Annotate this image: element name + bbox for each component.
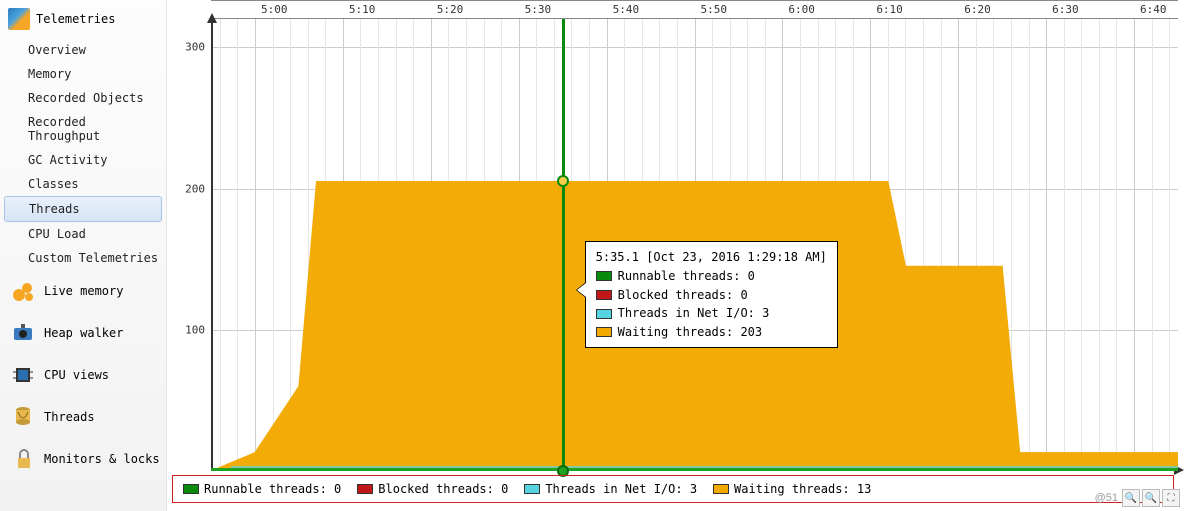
time-tick-label: 5:40 [613,3,640,16]
monitors-locks-icon [10,446,36,472]
sidebar-item-threads[interactable]: Threads [4,196,162,222]
chart-tooltip: 5:35.1 [Oct 23, 2016 1:29:18 AM] Runnabl… [585,241,838,348]
sidebar-item-overview[interactable]: Overview [0,38,166,62]
legend-text: Threads in Net I/O: 3 [545,482,697,496]
time-tick-label: 6:00 [788,3,815,16]
sidebar-header[interactable]: Telemetries [0,4,166,38]
color-swatch [596,290,612,300]
chart-cursor[interactable] [562,19,565,471]
live-memory-icon [10,278,36,304]
sidebar-sub-list: OverviewMemoryRecorded ObjectsRecorded T… [0,38,166,270]
fit-button[interactable]: ⛶ [1162,489,1180,507]
legend-item: Threads in Net I/O: 3 [524,482,697,496]
sidebar-item-custom-telemetries[interactable]: Custom Telemetries [0,246,166,270]
sidebar: Telemetries OverviewMemoryRecorded Objec… [0,0,167,511]
color-swatch [357,484,373,494]
corner-toolbar: @51 🔍 🔍 ⛶ [1095,489,1180,507]
section-label: Threads [44,410,95,424]
color-swatch [524,484,540,494]
time-tick-label: 5:00 [261,3,288,16]
legend-text: Blocked threads: 0 [378,482,508,496]
chart-area[interactable]: 5:00 5:10 5:20 5:30 5:40 5:50 6:00 6:10 6:20 6:30… [167,0,1184,471]
tooltip-row: Threads in Net I/O: 3 [596,304,827,323]
sidebar-section-live-memory[interactable]: Live memory [0,270,166,312]
sidebar-item-recorded-throughput[interactable]: Recorded Throughput [0,110,166,148]
color-swatch [596,271,612,281]
cpu-views-icon [10,362,36,388]
sidebar-item-memory[interactable]: Memory [0,62,166,86]
time-axis: 5:00 5:10 5:20 5:30 5:40 5:50 6:00 6:10 6:20 6:30… [211,0,1178,19]
time-tick-label: 6:30 [1052,3,1079,16]
legend-text: Runnable threads: 0 [204,482,341,496]
sidebar-section-monitors-locks[interactable]: Monitors & locks [0,438,166,480]
runnable-line [211,468,1178,471]
telemetries-icon [8,8,30,30]
color-swatch [596,309,612,319]
time-tick-label: 6:20 [964,3,991,16]
plot[interactable]: 5:35.1 [Oct 23, 2016 1:29:18 AM] Runnabl… [211,19,1178,471]
color-swatch [596,327,612,337]
time-tick-label: 5:20 [437,3,464,16]
time-tick-label: 6:40 [1140,3,1167,16]
y-tick-label: 300 [175,41,205,54]
tooltip-row: Blocked threads: 0 [596,286,827,305]
time-tick-label: 5:50 [701,3,728,16]
tooltip-row: Waiting threads: 203 [596,323,827,342]
zoom-out-button[interactable]: 🔍 [1142,489,1160,507]
main-panel: 5:00 5:10 5:20 5:30 5:40 5:50 6:00 6:10 6:20 6:30… [167,0,1184,511]
color-swatch [713,484,729,494]
heap-walker-icon [10,320,36,346]
tooltip-text: Threads in Net I/O: 3 [618,304,770,323]
time-tick-label: 6:10 [876,3,903,16]
color-swatch [183,484,199,494]
sidebar-title: Telemetries [36,12,115,26]
legend-item: Waiting threads: 13 [713,482,871,496]
section-label: Heap walker [44,326,123,340]
sidebar-section-threads[interactable]: Threads [0,396,166,438]
sidebar-item-classes[interactable]: Classes [0,172,166,196]
section-label: Live memory [44,284,123,298]
tooltip-text: Runnable threads: 0 [618,267,755,286]
tooltip-text: Waiting threads: 203 [618,323,763,342]
legend-item: Blocked threads: 0 [357,482,508,496]
sidebar-section-cpu-views[interactable]: CPU views [0,354,166,396]
legend-text: Waiting threads: 13 [734,482,871,496]
section-label: Monitors & locks [44,452,160,466]
y-tick-label: 100 [175,323,205,336]
tooltip-time: 5:35.1 [Oct 23, 2016 1:29:18 AM] [596,248,827,267]
tooltip-row: Runnable threads: 0 [596,267,827,286]
corner-label: @51 [1095,492,1118,504]
cursor-marker-top [557,175,569,187]
tooltip-pointer-icon [576,282,586,298]
time-tick-label: 5:30 [525,3,552,16]
sidebar-item-recorded-objects[interactable]: Recorded Objects [0,86,166,110]
sidebar-section-heap-walker[interactable]: Heap walker [0,312,166,354]
threads-icon [10,404,36,430]
sidebar-item-cpu-load[interactable]: CPU Load [0,222,166,246]
y-tick-label: 200 [175,182,205,195]
sidebar-item-gc-activity[interactable]: GC Activity [0,148,166,172]
zoom-in-button[interactable]: 🔍 [1122,489,1140,507]
section-label: CPU views [44,368,109,382]
time-tick-label: 5:10 [349,3,376,16]
legend-item: Runnable threads: 0 [183,482,341,496]
tooltip-text: Blocked threads: 0 [618,286,748,305]
legend-bar: Runnable threads: 0 Blocked threads: 0 Thr… [172,475,1174,503]
